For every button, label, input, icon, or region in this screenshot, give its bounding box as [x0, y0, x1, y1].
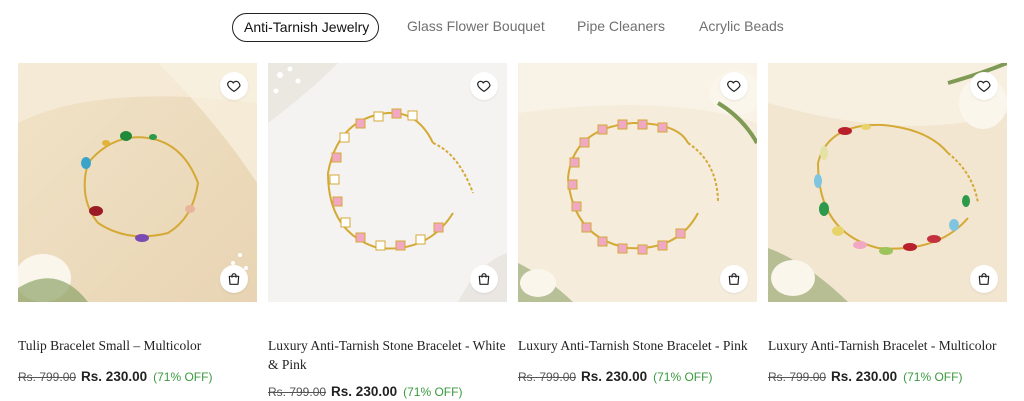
product-title[interactable]: Tulip Bracelet Small – Multicolor — [18, 336, 263, 355]
add-to-cart-button[interactable] — [970, 265, 998, 293]
heart-icon — [977, 80, 991, 92]
product-card[interactable]: Tulip Bracelet Small – Multicolor Rs. 79… — [18, 63, 258, 384]
shopping-bag-icon — [478, 273, 490, 285]
product-price: Rs. 799.00 Rs. 230.00 (71% OFF) — [518, 369, 712, 384]
product-card[interactable]: Luxury Anti-Tarnish Stone Bracelet - Whi… — [268, 63, 508, 399]
wishlist-button[interactable] — [470, 72, 498, 100]
original-price: Rs. 799.00 — [518, 370, 577, 384]
tab-anti-tarnish-jewelry[interactable]: Anti-Tarnish Jewelry — [232, 13, 379, 42]
product-price: Rs. 799.00 Rs. 230.00 (71% OFF) — [18, 369, 212, 384]
discount-badge: (71% OFF) — [903, 370, 963, 384]
product-image[interactable] — [268, 63, 507, 302]
wishlist-button[interactable] — [970, 72, 998, 100]
discount-badge: (71% OFF) — [653, 370, 713, 384]
sale-price: Rs. 230.00 — [331, 384, 398, 399]
shopping-bag-icon — [228, 273, 240, 285]
add-to-cart-button[interactable] — [470, 265, 498, 293]
product-image[interactable] — [18, 63, 257, 302]
category-tabs: Anti-Tarnish Jewelry Glass Flower Bouque… — [0, 13, 1024, 43]
product-price: Rs. 799.00 Rs. 230.00 (71% OFF) — [768, 369, 962, 384]
tab-pipe-cleaners[interactable]: Pipe Cleaners — [577, 13, 665, 42]
original-price: Rs. 799.00 — [268, 385, 327, 399]
wishlist-button[interactable] — [220, 72, 248, 100]
heart-icon — [477, 80, 491, 92]
tab-glass-flower-bouquet[interactable]: Glass Flower Bouquet — [407, 13, 545, 42]
product-image[interactable] — [768, 63, 1007, 302]
heart-icon — [227, 80, 241, 92]
product-card[interactable]: Luxury Anti-Tarnish Bracelet - Multicolo… — [768, 63, 1018, 384]
product-title[interactable]: Luxury Anti-Tarnish Stone Bracelet - Pin… — [518, 336, 763, 355]
product-card[interactable]: Luxury Anti-Tarnish Stone Bracelet - Pin… — [518, 63, 758, 384]
product-image[interactable] — [518, 63, 757, 302]
product-price: Rs. 799.00 Rs. 230.00 (71% OFF) — [268, 384, 462, 399]
sale-price: Rs. 230.00 — [831, 369, 898, 384]
discount-badge: (71% OFF) — [153, 370, 213, 384]
discount-badge: (71% OFF) — [403, 385, 463, 399]
original-price: Rs. 799.00 — [18, 370, 77, 384]
sale-price: Rs. 230.00 — [581, 369, 648, 384]
heart-icon — [727, 80, 741, 92]
wishlist-button[interactable] — [720, 72, 748, 100]
sale-price: Rs. 230.00 — [81, 369, 148, 384]
shopping-bag-icon — [728, 273, 740, 285]
add-to-cart-button[interactable] — [220, 265, 248, 293]
add-to-cart-button[interactable] — [720, 265, 748, 293]
original-price: Rs. 799.00 — [768, 370, 827, 384]
tab-acrylic-beads[interactable]: Acrylic Beads — [699, 13, 784, 42]
product-title[interactable]: Luxury Anti-Tarnish Bracelet - Multicolo… — [768, 336, 1018, 355]
shopping-bag-icon — [978, 273, 990, 285]
product-title[interactable]: Luxury Anti-Tarnish Stone Bracelet - Whi… — [268, 336, 513, 374]
